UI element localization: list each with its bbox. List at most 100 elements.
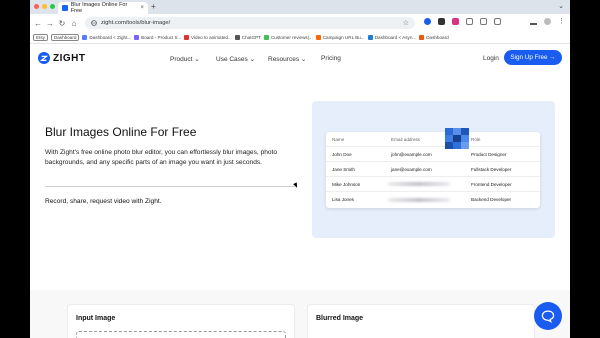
header-name: Name xyxy=(332,136,345,142)
extension-zight-icon[interactable] xyxy=(424,18,431,25)
bookmark-item[interactable]: Dashboard xyxy=(419,35,449,40)
url-text[interactable]: zight.com/tools/blur-image/ xyxy=(101,20,170,26)
nav-product[interactable]: Product ⌄ xyxy=(170,55,200,63)
blurred-image-panel: Blurred Image xyxy=(307,304,535,338)
tab-search-icon[interactable]: ⌄ xyxy=(558,2,564,10)
chat-button[interactable] xyxy=(534,302,562,330)
chat-bubble-icon xyxy=(541,310,555,323)
bookmark-favicon-icon xyxy=(263,35,269,40)
bookmark-favicon-icon xyxy=(419,35,425,40)
nav-use-cases[interactable]: Use Cases ⌄ xyxy=(216,55,255,63)
browser-window: Blur Images Online For Free × + ⌄ ← → ↻ … xyxy=(30,0,570,338)
image-dropzone[interactable] xyxy=(76,331,286,338)
cell-name: Lisa Jones xyxy=(332,197,354,202)
cell-name: Jane Smith xyxy=(332,166,355,172)
bookmarks-bar: Etsy Dashboard Dashboard < Zight... Board -… xyxy=(30,32,570,44)
bookmark-item[interactable]: Customer reviews|... xyxy=(263,35,313,40)
zight-logo[interactable]: ZIGHT xyxy=(38,52,86,64)
table-row: Mike Johnson Frontend Developer xyxy=(326,177,540,192)
tab-title: Blur Images Online For Free xyxy=(70,2,128,14)
bookmark-star-icon[interactable]: ☆ xyxy=(403,19,409,27)
table-row: Lisa Jones Backend Developer xyxy=(326,192,540,207)
bookmark-label: Customer reviews|... xyxy=(270,35,313,40)
demo-table: Name Email address Role John Doe john@ex… xyxy=(326,132,540,208)
cell-name: John Doe xyxy=(332,151,352,157)
download-icon[interactable] xyxy=(530,18,537,25)
blurred-email xyxy=(388,197,450,202)
window-controls xyxy=(34,4,55,9)
cell-role: Product Designer xyxy=(471,151,507,157)
table-row: Jane Smith jane@example.com Fullstack De… xyxy=(326,162,540,177)
bookmark-label: Board - Product Ir... xyxy=(141,35,182,40)
reload-button[interactable]: ↻ xyxy=(56,19,68,28)
profile-avatar[interactable] xyxy=(544,18,551,25)
bookmark-item[interactable]: Video to animated... xyxy=(184,35,232,40)
table-row: John Doe john@example.com Product Design… xyxy=(326,147,540,162)
cell-email: john@example.com xyxy=(391,151,432,157)
nav-pricing[interactable]: Pricing xyxy=(321,55,341,62)
extension-dark-icon[interactable] xyxy=(438,18,445,25)
maximize-window-button[interactable] xyxy=(50,4,55,9)
bookmark-item[interactable]: Dashboard xyxy=(50,34,80,41)
extension-pink-icon[interactable] xyxy=(452,18,459,25)
active-tab[interactable]: Blur Images Online For Free × xyxy=(58,2,148,14)
extensions-puzzle-icon[interactable] xyxy=(480,18,487,25)
input-image-title: Input Image xyxy=(76,315,116,322)
bookmark-item[interactable]: Campaign URL Bu... xyxy=(315,35,365,40)
nav-resources[interactable]: Resources ⌄ xyxy=(268,55,306,63)
bookmark-favicon-icon xyxy=(184,35,190,40)
zight-favicon-icon xyxy=(62,5,68,11)
cell-name: Mike Johnson xyxy=(332,181,361,187)
bookmark-favicon-icon xyxy=(315,35,321,40)
extension-generic-icon[interactable] xyxy=(466,18,473,25)
bookmark-label: Campaign URL Bu... xyxy=(322,35,365,40)
hero-description: With Zight's free online photo blur edit… xyxy=(45,149,278,166)
site-info-icon[interactable] xyxy=(91,20,97,26)
chevron-down-icon: ⌄ xyxy=(300,56,307,63)
address-bar[interactable]: zight.com/tools/blur-image/ ☆ xyxy=(85,17,415,29)
side-panel-icon[interactable] xyxy=(494,18,501,25)
cell-role: Backend Developer xyxy=(471,197,512,202)
close-window-button[interactable] xyxy=(34,4,39,9)
bookmark-label: Dashboard < Asyn... xyxy=(374,35,417,40)
bookmark-favicon-icon xyxy=(82,35,88,40)
back-button[interactable]: ← xyxy=(32,19,44,28)
forward-button[interactable]: → xyxy=(44,19,56,28)
pixelated-blur-block xyxy=(445,128,469,150)
chevron-down-icon: ⌄ xyxy=(249,56,256,63)
header-role: Role xyxy=(471,136,481,142)
blurred-email xyxy=(388,182,450,186)
bookmark-item[interactable]: Dashboard < Zight... xyxy=(82,35,131,40)
login-link[interactable]: Login xyxy=(483,55,499,62)
tab-close-icon[interactable]: × xyxy=(140,5,144,11)
browser-menu-icon[interactable]: ⋮ xyxy=(558,17,565,25)
nav-product-label: Product xyxy=(170,56,193,63)
home-button[interactable]: ⌂ xyxy=(68,19,80,28)
nav-resources-label: Resources xyxy=(268,56,300,63)
bookmark-item[interactable]: ChatGPT xyxy=(234,35,261,40)
blurred-image-title: Blurred Image xyxy=(316,315,364,322)
cell-role: Fullstack Developer xyxy=(471,166,512,172)
bookmark-favicon-icon xyxy=(367,35,373,40)
bookmark-item[interactable]: Board - Product Ir... xyxy=(134,35,181,40)
hero-cta-text: Record, share, request video with Zight. xyxy=(45,198,162,205)
new-tab-button[interactable]: + xyxy=(151,2,156,12)
bookmark-favicon-icon xyxy=(134,35,140,40)
site-header: ZIGHT Product ⌄ Use Cases ⌄ Resources ⌄ … xyxy=(30,44,570,74)
hero-title: Blur Images Online For Free xyxy=(45,125,197,139)
mouse-cursor xyxy=(293,182,299,189)
demo-table-header: Name Email address Role xyxy=(326,132,540,147)
cell-role: Frontend Developer xyxy=(471,181,512,187)
bookmark-label: Dashboard < Zight... xyxy=(89,35,132,40)
signup-button[interactable]: Sign Up Free → xyxy=(504,50,562,65)
hero-divider xyxy=(45,186,295,187)
browser-toolbar: ← → ↻ ⌂ zight.com/tools/blur-image/ ☆ ⋮ xyxy=(30,14,570,32)
zight-logo-icon xyxy=(38,52,50,64)
bookmark-item[interactable]: Dashboard < Asyn... xyxy=(367,35,417,40)
header-email: Email address xyxy=(391,136,421,142)
bookmark-label: ChatGPT xyxy=(241,35,261,40)
minimize-window-button[interactable] xyxy=(42,4,47,9)
chevron-down-icon: ⌄ xyxy=(194,56,200,63)
bookmark-item[interactable]: Etsy xyxy=(33,34,48,41)
input-image-panel: Input Image xyxy=(67,304,295,338)
